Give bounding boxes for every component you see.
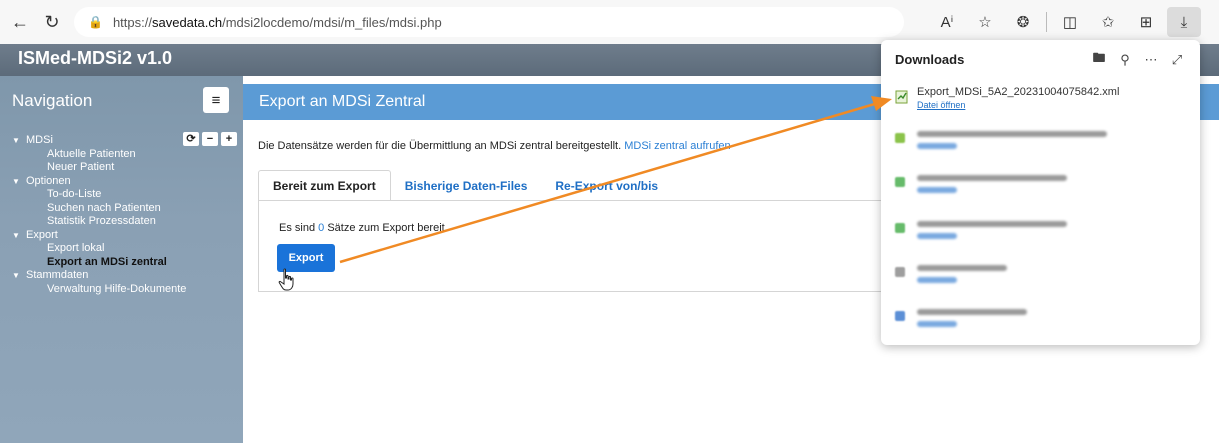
downloads-icon[interactable]: ⤓ [1167,7,1201,37]
expand-all-icon[interactable]: + [221,132,237,146]
file-icon [895,311,905,321]
description-text: Die Datensätze werden für die Übermittlu… [258,140,622,152]
tab-bisherige-daten-files[interactable]: Bisherige Daten-Files [391,170,542,201]
download-file-name: Export_MDSi_5A2_20231004075842.xml [917,86,1120,98]
mdsi-zentral-link[interactable]: MDSi zentral aufrufen [624,140,730,152]
tree-item-label: MDSi [26,134,53,146]
favorites-list-icon[interactable]: ✩ [1091,7,1125,37]
toolbar-divider [1046,12,1047,32]
tree-item-label: Stammdaten [26,269,89,281]
blurred-file-name [917,221,1067,227]
open-folder-icon[interactable]: 🖿 [1088,50,1110,70]
menu-icon[interactable]: ≡ [203,87,229,113]
downloads-toolbar: 🖿 ⚲ ⋯ ⤢ [1088,50,1188,70]
status-text-before: Es sind [279,222,316,234]
blurred-file-name [917,309,1027,315]
tree-controls: ⟳ − + [183,132,237,146]
sidebar: Navigation ≡ ▼ MDSi ⟳ − + Aktuelle Patien… [0,76,243,443]
blurred-open-link [917,143,957,149]
blurred-open-link [917,277,957,283]
caret-down-icon: ▼ [12,136,20,145]
url-host: savedata.ch [151,14,223,30]
tree-item-export-mdsi-zentral[interactable]: Export an MDSi zentral [12,256,237,270]
tree-item-suchen-patienten[interactable]: Suchen nach Patienten [12,202,237,216]
caret-down-icon: ▼ [12,176,20,186]
caret-down-icon: ▼ [12,271,20,280]
record-count: 0 [318,222,325,234]
tree-item-statistik[interactable]: Statistik Prozessdaten [12,215,237,229]
lock-icon: 🔒 [88,15,103,29]
tree-item-mdsi[interactable]: ▼ MDSi ⟳ − + [12,132,237,148]
tree-item-export[interactable]: ▼ Export [12,229,237,243]
blurred-open-link [917,321,957,327]
refresh-icon[interactable]: ↻ [36,6,68,38]
tree-item-todo-liste[interactable]: To-do-Liste [12,188,237,202]
collapse-all-icon[interactable]: − [202,132,218,146]
more-options-icon[interactable]: ⋯ [1140,50,1162,70]
navigation-heading: Navigation [12,91,93,110]
status-text-after: Sätze zum Export bereit. [327,222,448,234]
file-icon [895,177,905,187]
extensions-icon[interactable]: ❂ [1006,7,1040,37]
read-aloud-icon[interactable]: Aⁱ [930,7,964,37]
split-screen-icon[interactable]: ◫ [1053,7,1087,37]
downloads-panel: Downloads 🖿 ⚲ ⋯ ⤢ Export_MDSi_5A2_202310… [881,40,1200,345]
blurred-file-name [917,265,1007,271]
open-file-link[interactable]: Datei öffnen [917,100,965,110]
hand-pointer-icon [278,268,294,291]
tree-refresh-icon[interactable]: ⟳ [183,132,199,146]
blurred-file-name [917,131,1107,137]
tree-item-label: Optionen [26,174,71,187]
tab-bereit-zum-export[interactable]: Bereit zum Export [258,170,391,201]
caret-down-icon: ▼ [12,230,20,240]
tree-item-export-lokal[interactable]: Export lokal [12,242,237,256]
export-status-text: Es sind 0 Sätze zum Export bereit. [279,222,448,234]
downloads-title: Downloads [895,52,965,67]
pin-icon[interactable]: ⤢ [1166,50,1188,70]
blurred-open-link [917,233,957,239]
tree-item-stammdaten[interactable]: ▼ Stammdaten [12,269,237,283]
collections-icon[interactable]: ⊞ [1129,7,1163,37]
browser-toolbar: ← ↻ 🔒 https://savedata.ch/mdsi2locdemo/m… [0,0,1219,44]
search-icon[interactable]: ⚲ [1114,50,1136,70]
tree-item-aktuelle-patienten[interactable]: Aktuelle Patienten [12,148,237,162]
tree-item-label: Export [26,228,58,241]
url-path: /mdsi2locdemo/mdsi/m_files/mdsi.php [222,14,442,30]
tab-re-export[interactable]: Re-Export von/bis [541,170,672,201]
tree-item-neuer-patient[interactable]: Neuer Patient [12,161,237,175]
address-bar[interactable]: 🔒 https://savedata.ch/mdsi2locdemo/mdsi/… [74,7,904,37]
favorite-star-icon[interactable]: ☆ [968,7,1002,37]
url-prefix: https:// [112,14,152,30]
tree-item-optionen[interactable]: ▼ Optionen [12,175,237,189]
navigation-tree: ▼ MDSi ⟳ − + Aktuelle Patienten Neuer Pat… [12,132,237,297]
browser-toolbar-icons: Aⁱ ☆ ❂ ◫ ✩ ⊞ ⤓ [930,7,1201,37]
tab-bar: Bereit zum Export Bisherige Daten-Files … [258,170,672,201]
file-icon [895,223,905,233]
blurred-open-link [917,187,957,193]
page-description: Die Datensätze werden für die Übermittlu… [258,140,731,152]
file-icon [895,267,905,277]
back-arrow-icon[interactable]: ← [4,6,36,38]
page-title: Export an MDSi Zentral [259,93,426,110]
tree-item-verwaltung-hilfe[interactable]: Verwaltung Hilfe-Dokumente [12,283,237,297]
app-title: ISMed-MDSi2 v1.0 [18,48,173,68]
blurred-file-name [917,175,1067,181]
file-icon [895,133,905,143]
xml-file-icon [895,90,908,104]
